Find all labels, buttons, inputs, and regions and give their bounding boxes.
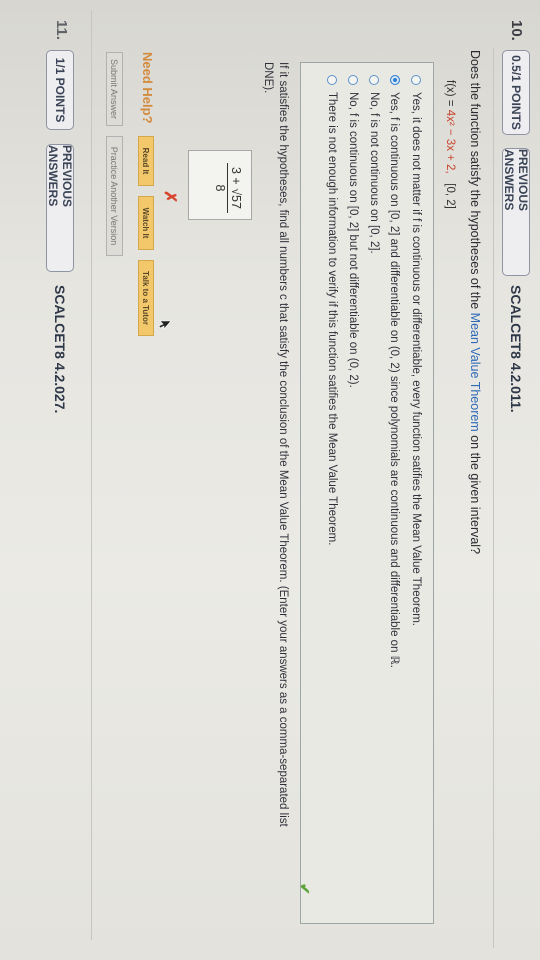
- radio-2-selected[interactable]: [390, 75, 400, 85]
- q10-header-divider: [493, 48, 494, 948]
- option-1[interactable]: Yes, it does not matter if f is continuo…: [407, 75, 425, 626]
- answer-numerator: 3 + √57: [227, 163, 243, 213]
- watch-it-button[interactable]: Watch It: [138, 196, 154, 250]
- practice-another-version-button[interactable]: Practice Another Version: [106, 136, 123, 256]
- option-3-label: No, f is not continuous on [0, 2].: [368, 92, 380, 254]
- option-2-label: Yes, f is continuous on [0, 2] and diffe…: [388, 92, 400, 668]
- formula-interval: [0, 2]: [444, 183, 456, 209]
- radio-4[interactable]: [348, 75, 358, 85]
- q10-prompt: Does the function satisfy the hypotheses…: [468, 50, 482, 554]
- option-3[interactable]: No, f is not continuous on [0, 2].: [365, 75, 383, 254]
- option-4[interactable]: No, f is continuous on [0, 2] but not di…: [344, 75, 362, 388]
- option-4-label: No, f is continuous on [0, 2] but not di…: [347, 92, 359, 388]
- mvt-link[interactable]: Mean Value Theorem: [468, 313, 482, 432]
- option-1-label: Yes, it does not matter if f is continuo…: [410, 92, 422, 626]
- webassign-page: 10. 0.5/1 POINTS PREVIOUS ANSWERS SCALCE…: [0, 0, 540, 960]
- question-separator: [91, 10, 92, 940]
- q11-previous-answers-button[interactable]: PREVIOUS ANSWERS: [46, 144, 74, 272]
- q10-points-badge: 0.5/1 POINTS: [502, 50, 530, 135]
- formula-lhs: f(x) =: [444, 80, 456, 110]
- need-help-label: Need Help?: [140, 52, 155, 124]
- q10-followup-line2: DNE).: [262, 62, 274, 94]
- q10-formula: f(x) = 4x² − 3x + 2, [0, 2]: [444, 80, 456, 209]
- q10-previous-answers-button[interactable]: PREVIOUS ANSWERS: [502, 148, 530, 276]
- option-5[interactable]: There is not enough information to verif…: [323, 75, 341, 545]
- read-it-button[interactable]: Read It: [138, 136, 154, 186]
- radio-1[interactable]: [411, 75, 421, 85]
- radio-3[interactable]: [369, 75, 379, 85]
- answer-denominator: 8: [213, 184, 227, 192]
- part-a-correct-check-icon: ✔: [297, 883, 313, 895]
- q11-problem-code: SCALCET8 4.2.027.: [52, 285, 68, 414]
- q10-followup-line1: If it satisfies the hypotheses, find all…: [277, 62, 289, 827]
- wrong-x-icon: ✗: [161, 190, 178, 204]
- c-answer-fraction: 3 + √57 8: [213, 163, 243, 213]
- question-10-number: 10.: [508, 20, 525, 41]
- radio-5[interactable]: [327, 75, 337, 85]
- c-answer-input[interactable]: 3 + √57 8: [188, 150, 252, 220]
- option-2[interactable]: Yes, f is continuous on [0, 2] and diffe…: [386, 75, 404, 668]
- q10-options-box: Yes, it does not matter if f is continuo…: [297, 62, 434, 924]
- q10-prompt-post: on the given interval?: [468, 431, 482, 555]
- q10-problem-code: SCALCET8 4.2.011.: [508, 285, 524, 413]
- question-11-number: 11.: [53, 20, 70, 41]
- formula-rhs: 4x² − 3x + 2,: [444, 109, 456, 174]
- q10-prompt-pre: Does the function satisfy the hypotheses…: [468, 50, 482, 313]
- mouse-cursor-icon: [158, 320, 172, 330]
- q11-points-badge: 1/1 POINTS: [46, 50, 74, 130]
- talk-to-tutor-button[interactable]: Talk to a Tutor: [138, 260, 154, 336]
- option-5-label: There is not enough information to verif…: [326, 92, 338, 546]
- submit-answer-button[interactable]: Submit Answer: [106, 52, 123, 126]
